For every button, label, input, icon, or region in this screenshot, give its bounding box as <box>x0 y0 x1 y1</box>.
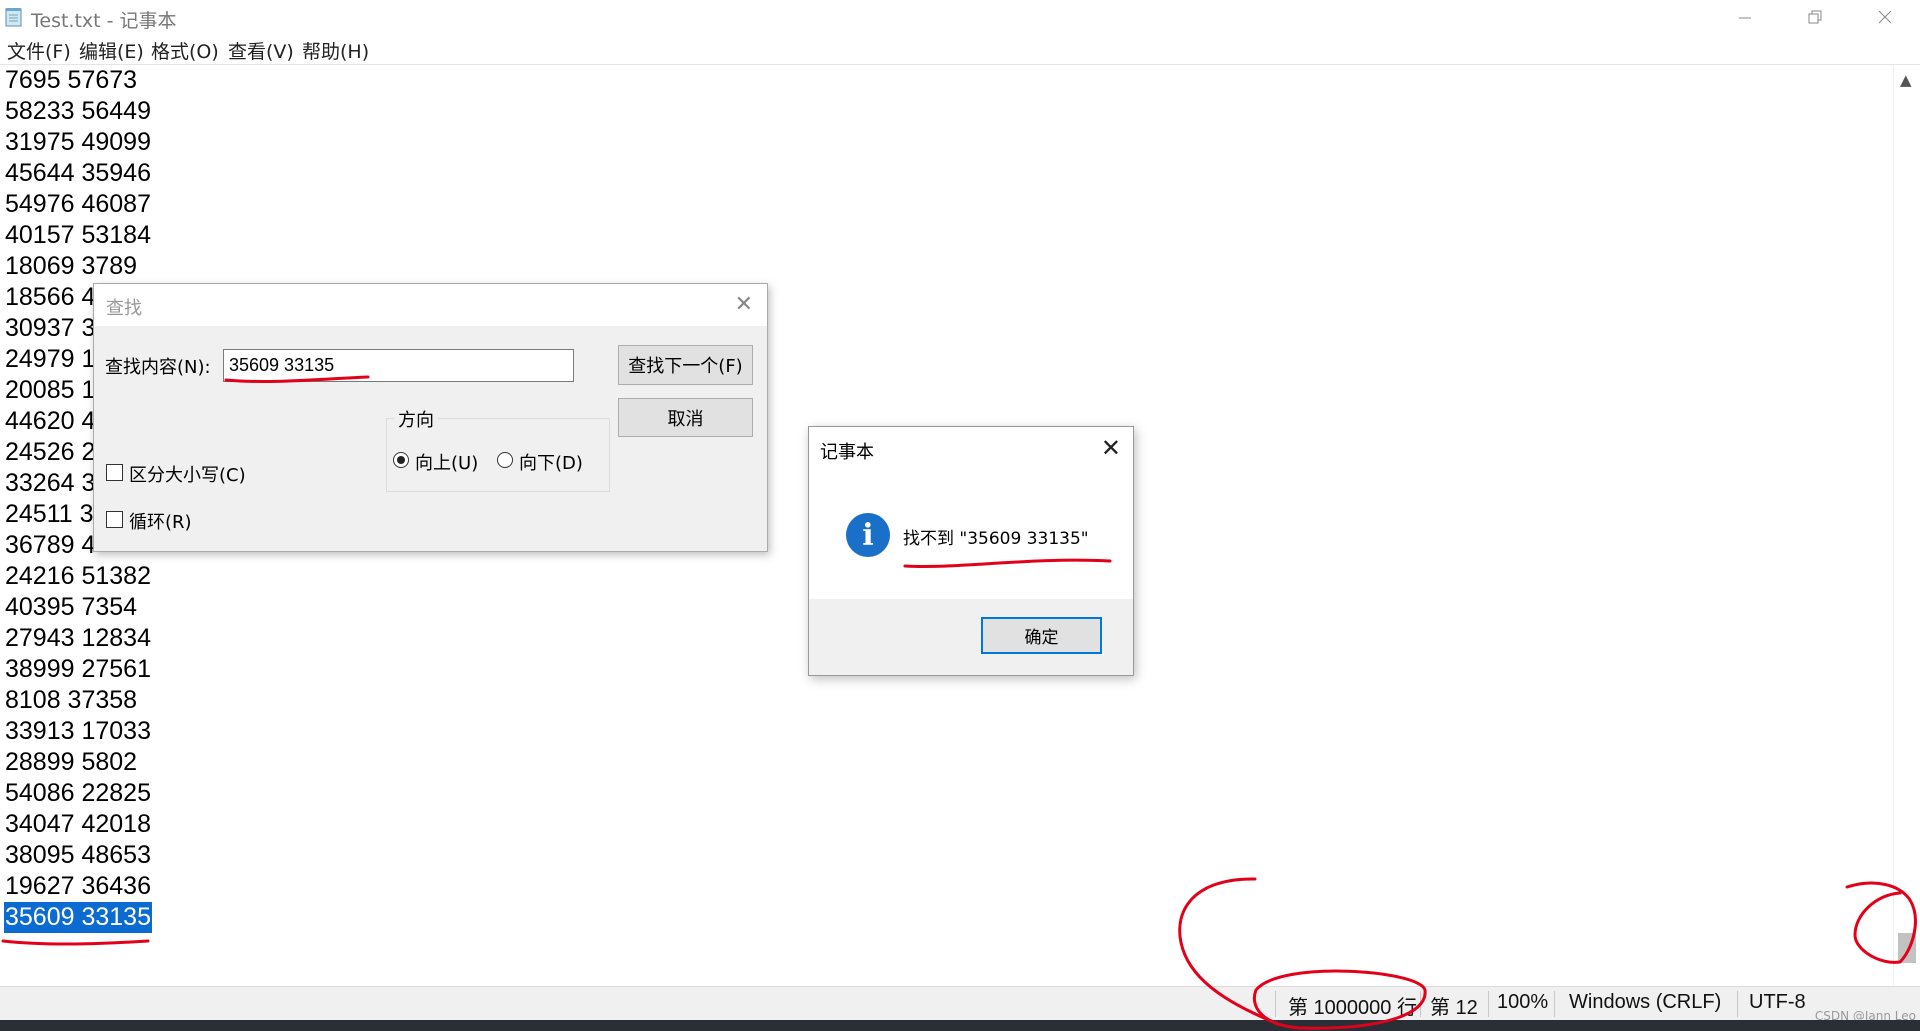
find-next-button[interactable]: 查找下一个(F) <box>618 345 753 385</box>
find-dialog-close-icon[interactable]: ✕ <box>735 292 753 317</box>
restore-icon <box>1808 10 1822 24</box>
menu-format[interactable]: 格式(O) <box>151 37 219 64</box>
status-line-ending: Windows (CRLF) <box>1569 991 1722 1013</box>
menu-file[interactable]: 文件(F) <box>7 37 71 64</box>
text-line: 54086 22825 <box>5 779 151 807</box>
restore-button[interactable] <box>1780 0 1850 34</box>
wrap-around-label[interactable]: 循环(R) <box>129 508 192 534</box>
text-line: 36789 4 <box>5 531 96 559</box>
text-line: 40157 53184 <box>5 221 151 249</box>
text-line: 45644 35946 <box>5 159 151 187</box>
message-box-close-icon[interactable]: ✕ <box>1101 434 1121 462</box>
ok-button[interactable]: 确定 <box>981 617 1102 654</box>
text-line: 27943 12834 <box>5 624 151 652</box>
text-line: 7695 57673 <box>5 66 138 94</box>
text-line: 31975 49099 <box>5 128 151 156</box>
match-case-checkbox[interactable] <box>106 464 123 481</box>
direction-up-label[interactable]: 向上(U) <box>415 449 478 475</box>
direction-label: 方向 <box>394 406 438 432</box>
match-case-label[interactable]: 区分大小写(C) <box>129 461 246 487</box>
status-separator <box>1737 991 1738 1017</box>
direction-up-radio[interactable] <box>393 452 409 468</box>
notepad-icon <box>5 8 22 27</box>
wrap-around-checkbox[interactable] <box>106 511 123 528</box>
text-line: 18069 3789 <box>5 252 138 280</box>
close-icon <box>1878 10 1892 24</box>
taskbar-strip <box>0 1020 1920 1031</box>
status-encoding: UTF-8 <box>1749 991 1806 1013</box>
direction-down-label[interactable]: 向下(D) <box>519 449 583 475</box>
vertical-scrollbar[interactable]: ▲ <box>1893 65 1920 985</box>
direction-down-radio[interactable] <box>497 452 513 468</box>
minimize-button[interactable] <box>1710 0 1780 34</box>
message-box: 记事本 ✕ i 找不到 "35609 33135" 确定 <box>808 426 1134 676</box>
text-line: 40395 7354 <box>5 593 138 621</box>
menu-edit[interactable]: 编辑(E) <box>79 37 144 64</box>
status-separator <box>1488 991 1489 1017</box>
text-line: 28899 5802 <box>5 748 138 776</box>
text-line: 34047 42018 <box>5 810 151 838</box>
close-button[interactable] <box>1850 0 1920 34</box>
find-dialog: 查找 ✕ 查找内容(N): 查找下一个(F) 取消 方向 向上(U) 向下(D)… <box>93 283 768 552</box>
text-line: 33264 3 <box>5 469 96 497</box>
status-bar: 第 1000000 行 第 12 100% Windows (CRLF) UTF… <box>0 986 1920 1023</box>
text-line: 44620 4 <box>5 407 96 435</box>
text-line: 18566 4 <box>5 283 96 311</box>
selected-text-line[interactable]: 35609 33135 <box>4 902 152 933</box>
text-line: 54976 46087 <box>5 190 151 218</box>
find-what-input[interactable] <box>223 349 574 382</box>
find-dialog-titlebar[interactable]: 查找 ✕ <box>94 284 767 326</box>
text-line: 30937 3 <box>5 314 96 342</box>
status-column-number: 第 12 <box>1430 997 1478 1019</box>
chevron-up-icon[interactable]: ▲ <box>1900 71 1912 89</box>
menu-view[interactable]: 查看(V) <box>228 37 294 64</box>
status-line-number: 第 1000000 行 <box>1288 997 1417 1019</box>
text-line: 38999 27561 <box>5 655 151 683</box>
message-box-title: 记事本 <box>820 442 874 463</box>
text-line: 19627 36436 <box>5 872 151 900</box>
find-dialog-title: 查找 <box>106 298 142 319</box>
text-line: 33913 17033 <box>5 717 151 745</box>
title-bar: Test.txt - 记事本 <box>0 0 1920 34</box>
scrollbar-thumb[interactable] <box>1898 933 1916 963</box>
text-line: 24526 2 <box>5 438 96 466</box>
minimize-icon <box>1739 17 1751 19</box>
text-line: 38095 48653 <box>5 841 151 869</box>
status-separator <box>1420 991 1421 1017</box>
menu-help[interactable]: 帮助(H) <box>302 37 369 64</box>
text-line: 8108 37358 <box>5 686 138 714</box>
status-zoom: 100% <box>1497 991 1549 1013</box>
text-line: 24511 3 <box>5 500 94 528</box>
text-line: 24979 1 <box>5 345 96 373</box>
text-line: 24216 51382 <box>5 562 151 590</box>
find-what-label: 查找内容(N): <box>105 357 211 378</box>
text-line: 58233 56449 <box>5 97 151 125</box>
window-title: Test.txt - 记事本 <box>31 10 177 32</box>
text-line: 20085 1 <box>5 376 96 404</box>
status-separator <box>1554 991 1555 1017</box>
cancel-button[interactable]: 取消 <box>618 398 753 437</box>
status-separator <box>1275 991 1276 1017</box>
info-icon: i <box>846 513 890 557</box>
menu-bar: 文件(F) 编辑(E) 格式(O) 查看(V) 帮助(H) <box>0 34 1920 65</box>
message-text: 找不到 "35609 33135" <box>903 529 1089 549</box>
